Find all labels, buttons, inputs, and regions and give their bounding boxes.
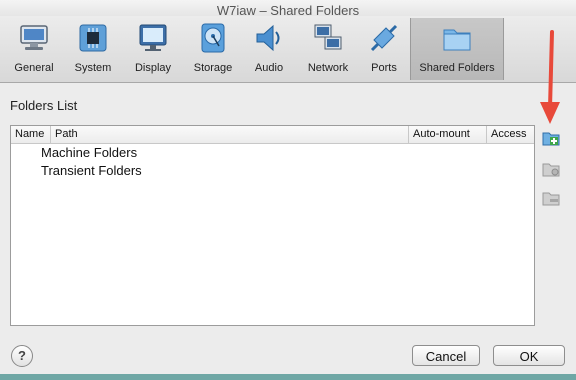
edit-folder-icon[interactable] [541, 160, 561, 178]
settings-toolbar: General System Display Storage Audio Net… [0, 16, 576, 83]
ok-button[interactable]: OK [493, 345, 565, 366]
tab-audio[interactable]: Audio [245, 18, 293, 80]
port-icon [370, 24, 398, 52]
monitor-icon [20, 25, 48, 50]
tab-ports[interactable]: Ports [362, 18, 406, 80]
table-header: Name Path Auto-mount Access [11, 126, 534, 144]
settings-window: W7iaw – Shared Folders General System Di… [0, 0, 576, 380]
column-name[interactable]: Name [11, 126, 51, 143]
add-folder-icon[interactable] [541, 129, 561, 147]
speaker-icon [256, 24, 280, 52]
folder-icon [443, 29, 471, 51]
list-item-transient-folders[interactable]: Transient Folders [41, 163, 142, 178]
help-button[interactable]: ? [11, 345, 33, 367]
column-path[interactable]: Path [51, 126, 409, 143]
column-auto-mount[interactable]: Auto-mount [409, 126, 487, 143]
tab-general[interactable]: General [6, 18, 62, 80]
tab-system[interactable]: System [66, 18, 120, 80]
tab-network[interactable]: Network [298, 18, 358, 80]
column-access[interactable]: Access [487, 126, 534, 143]
desktop-edge [0, 374, 576, 380]
disk-icon [201, 23, 225, 53]
network-icon [314, 24, 342, 50]
folders-list-title: Folders List [10, 98, 78, 113]
tab-shared-folders[interactable]: Shared Folders [410, 18, 504, 80]
tab-display[interactable]: Display [125, 18, 181, 80]
display-icon [139, 24, 167, 51]
list-item-machine-folders[interactable]: Machine Folders [41, 145, 137, 160]
tab-storage[interactable]: Storage [185, 18, 241, 80]
folders-table[interactable]: Name Path Auto-mount Access Machine Fold… [10, 125, 535, 326]
chip-icon [79, 24, 107, 52]
annotation-arrow [540, 30, 560, 124]
cancel-button[interactable]: Cancel [412, 345, 480, 366]
remove-folder-icon[interactable] [541, 189, 561, 207]
